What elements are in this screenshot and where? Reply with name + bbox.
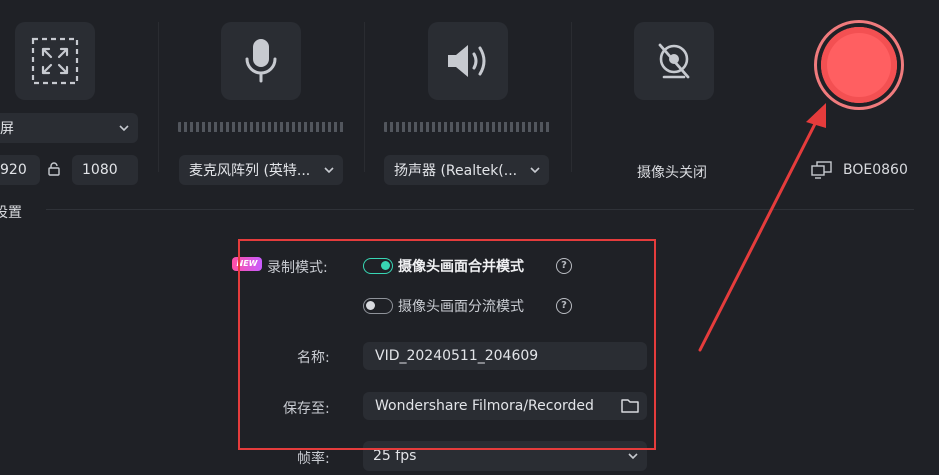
- annotation-arrow: [698, 103, 826, 352]
- recorder-window: 屏 920 1080 麦克风阵列 (英特... 扬声器 (Realtek(...…: [0, 0, 939, 475]
